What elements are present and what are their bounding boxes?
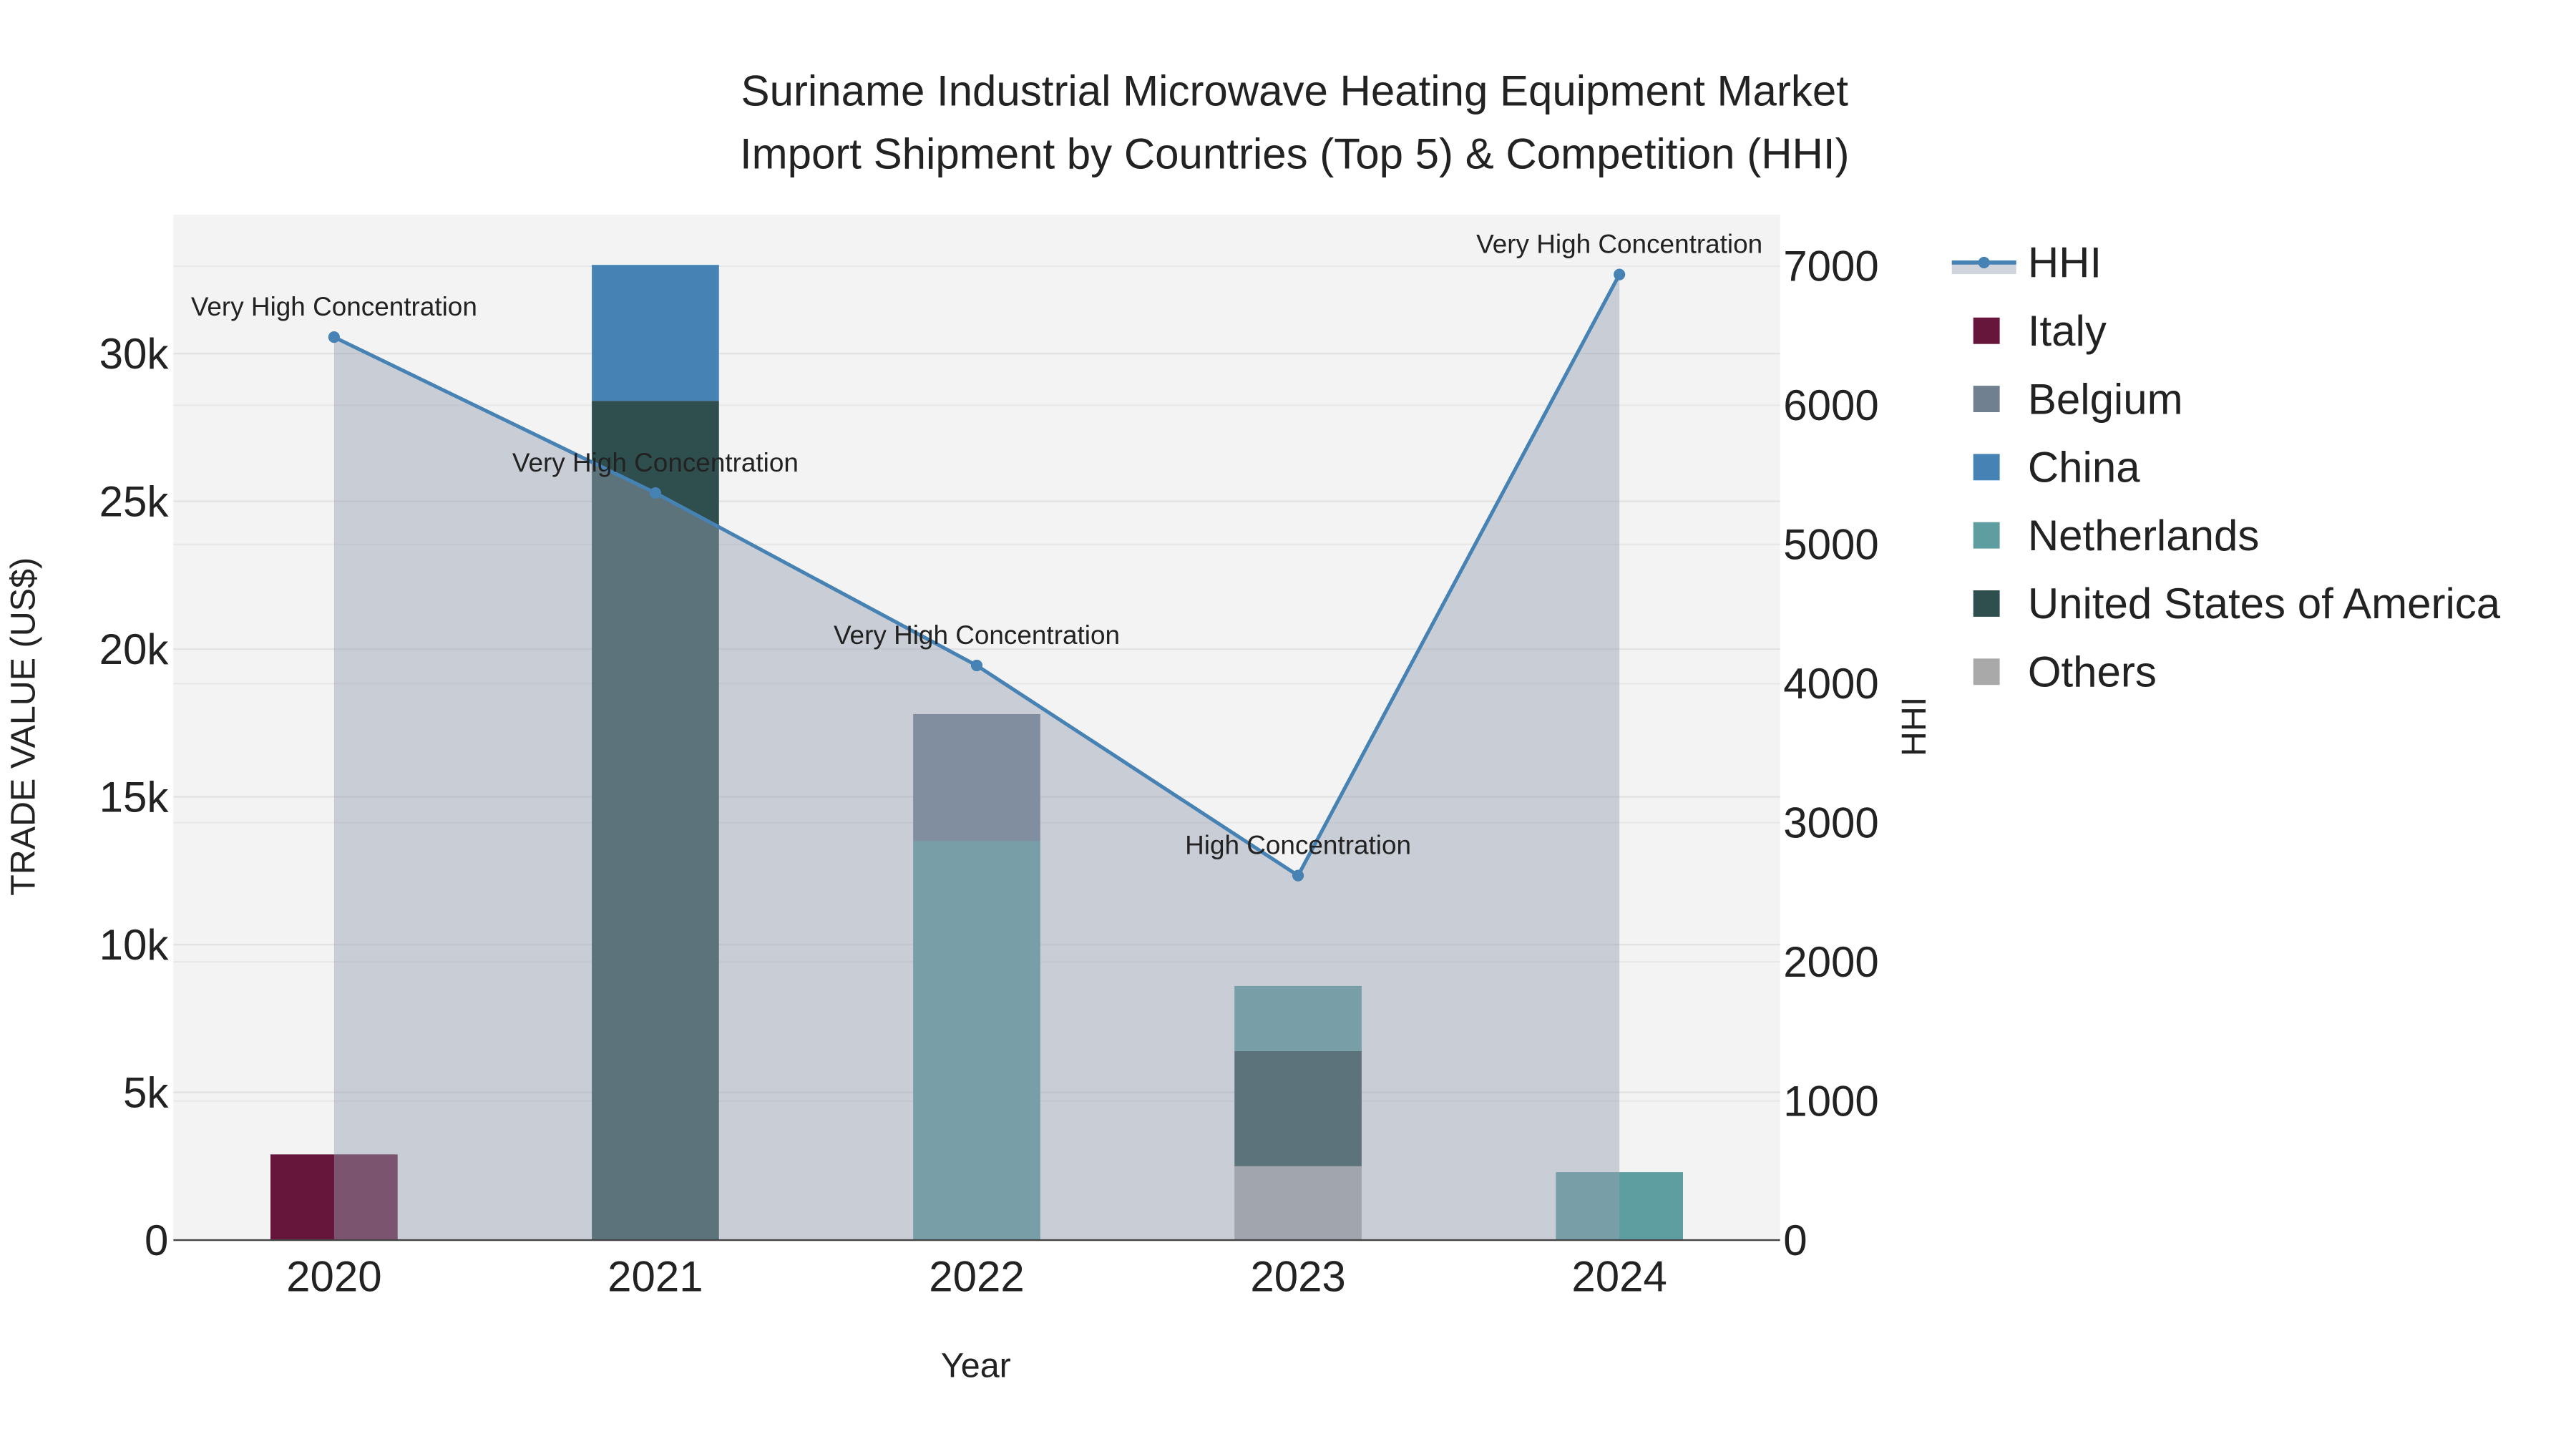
legend-swatch-netherlands <box>1973 522 2000 549</box>
hhi-point <box>328 331 340 343</box>
y-tick-label: 15k <box>99 773 170 821</box>
legend-swatch-belgium <box>1973 386 2000 412</box>
y2-tick-label: 7000 <box>1783 243 1878 291</box>
hhi-point <box>970 659 983 672</box>
legend-label-china: China <box>2028 444 2140 492</box>
y-tick-label: 25k <box>99 477 170 525</box>
legend-label-hhi: HHI <box>2028 239 2102 287</box>
y-tick-label: 5k <box>123 1068 169 1116</box>
legend-swatch-italy <box>1973 317 2000 344</box>
y2-tick-label: 1000 <box>1783 1077 1878 1125</box>
y-tick-label: 0 <box>145 1216 168 1264</box>
y-tick-label: 10k <box>99 921 170 969</box>
x-tick-label: 2024 <box>1571 1253 1667 1301</box>
hhi-annotation: Very High Concentration <box>1476 230 1762 259</box>
legend-hhi-marker <box>1978 256 1990 268</box>
y2-axis-label: HHI <box>1895 697 1933 756</box>
x-tick-label: 2022 <box>929 1253 1024 1301</box>
bar-china <box>592 265 719 401</box>
x-tick-label: 2021 <box>608 1253 703 1301</box>
legend-swatch-others <box>1973 658 2000 686</box>
chart: Suriname Industrial Microwave Heating Eq… <box>4 67 2501 1385</box>
hhi-annotation: Very High Concentration <box>512 448 799 477</box>
y-tick-label: 30k <box>99 330 170 378</box>
x-tick-label: 2023 <box>1250 1253 1345 1301</box>
legend-swatch-china <box>1973 454 2000 481</box>
hhi-annotation: Very High Concentration <box>834 620 1120 650</box>
chart-title-line-2: Import Shipment by Countries (Top 5) & C… <box>740 130 1850 177</box>
hhi-point <box>1614 268 1626 280</box>
legend-label-belgium: Belgium <box>2028 375 2183 423</box>
chart-title-line-1: Suriname Industrial Microwave Heating Eq… <box>741 67 1849 115</box>
hhi-annotation: High Concentration <box>1185 831 1411 860</box>
hhi-point <box>649 487 661 499</box>
legend-label-united-states-of-america: United States of America <box>2028 580 2501 628</box>
y2-tick-label: 2000 <box>1783 938 1878 986</box>
legend-label-others: Others <box>2028 648 2157 696</box>
legend-swatch-united-states-of-america <box>1973 590 2000 617</box>
hhi-annotation: Very High Concentration <box>191 292 477 321</box>
legend: HHI Italy Belgium China Netherlands United St… <box>1951 239 2501 696</box>
y2-tick-label: 6000 <box>1783 381 1878 429</box>
legend-label-netherlands: Netherlands <box>2028 512 2260 560</box>
x-axis-label: Year <box>941 1347 1011 1385</box>
legend-label-italy: Italy <box>2028 307 2107 355</box>
hhi-point <box>1292 869 1304 882</box>
y-axis-label: TRADE VALUE (US$) <box>4 557 42 896</box>
y2-tick-label: 0 <box>1783 1216 1807 1264</box>
y-tick-label: 20k <box>99 625 170 673</box>
x-tick-label: 2020 <box>286 1253 381 1301</box>
y2-tick-label: 4000 <box>1783 660 1878 708</box>
y2-tick-label: 3000 <box>1783 799 1878 847</box>
y2-tick-label: 5000 <box>1783 521 1878 569</box>
